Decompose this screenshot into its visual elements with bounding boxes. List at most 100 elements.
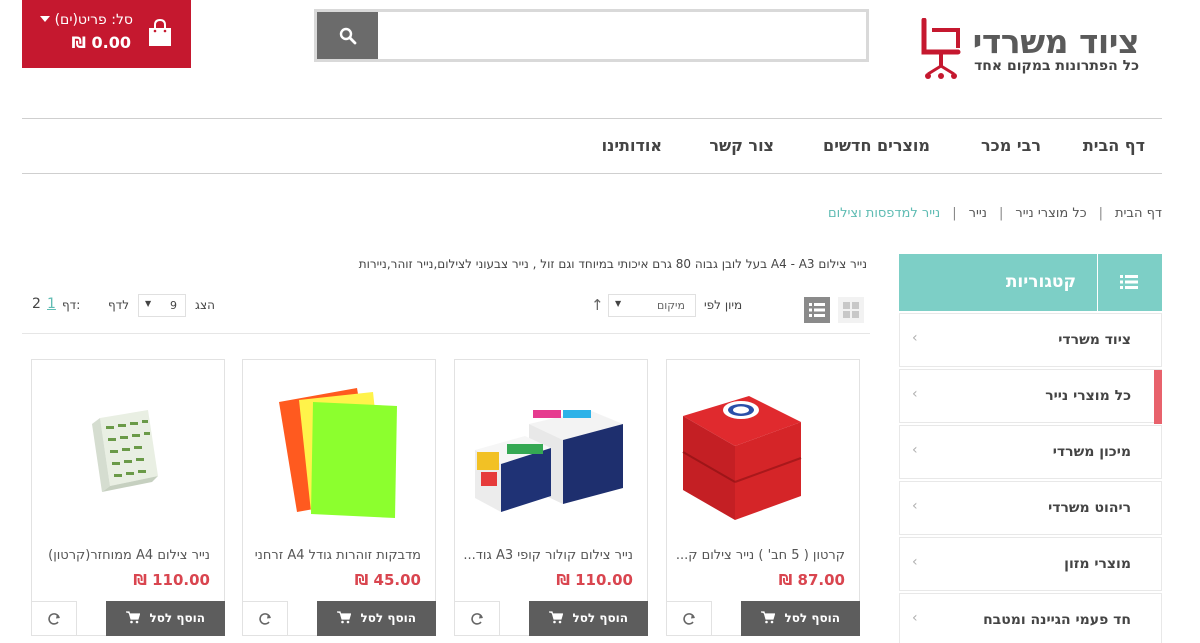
product-name[interactable]: נייר צילום קולור קופי A3 גוד... xyxy=(463,548,633,563)
refresh-icon xyxy=(259,613,271,625)
shopping-bag-icon xyxy=(149,19,171,46)
product-name[interactable]: נייר צילום A4 ממוחזר(קרטון) xyxy=(40,548,210,563)
per-page-select[interactable]: 9 ▼ xyxy=(138,294,186,317)
cart-widget[interactable]: סל: פריט(ים) 0.00 ₪ xyxy=(22,0,191,68)
chevron-down-icon: ▼ xyxy=(145,299,152,308)
product-card[interactable]: קרטון ( 5 חב' ) נייר צילום ק... 87.00 ₪ … xyxy=(666,359,860,636)
nav-home[interactable]: דף הבית xyxy=(1083,136,1145,155)
category-item[interactable]: חד פעמי הגיינה ומטבח ‹ xyxy=(899,593,1162,643)
compare-button[interactable] xyxy=(242,601,288,636)
add-to-cart-button[interactable]: הוסף לסל xyxy=(529,601,648,636)
chevron-down-icon: ▼ xyxy=(615,299,622,308)
toolbar-divider xyxy=(22,333,870,334)
search-bar xyxy=(314,9,869,62)
refresh-icon xyxy=(471,613,483,625)
site-logo[interactable]: ציוד משרדי כל הפתרונות במקום אחד xyxy=(918,18,1143,80)
search-icon xyxy=(339,27,357,45)
category-label: מיכון משרדי xyxy=(1052,444,1131,460)
list-view-icon xyxy=(809,303,825,317)
search-button[interactable] xyxy=(317,12,378,59)
page-link-2[interactable]: 2 xyxy=(32,296,41,312)
per-page-label: לדף xyxy=(108,298,130,312)
product-card[interactable]: נייר צילום קולור קופי A3 גוד... 110.00 ₪… xyxy=(454,359,648,636)
nav-about[interactable]: אודותינו xyxy=(602,136,662,155)
add-to-cart-button[interactable]: הוסף לסל xyxy=(741,601,860,636)
refresh-icon xyxy=(683,613,695,625)
search-input[interactable] xyxy=(378,12,866,59)
product-price: 110.00 ₪ xyxy=(556,571,633,589)
product-price: 45.00 ₪ xyxy=(354,571,421,589)
breadcrumb-home[interactable]: דף הבית xyxy=(1115,206,1162,221)
list-view-button[interactable] xyxy=(804,297,830,323)
sort-direction-icon[interactable]: ↑ xyxy=(591,296,604,314)
category-label: ריהוט משרדי xyxy=(1048,500,1131,516)
breadcrumb-all-paper[interactable]: כל מוצרי נייר xyxy=(1015,206,1086,221)
page-label: דף: xyxy=(62,298,81,312)
cart-icon xyxy=(549,611,563,624)
category-item[interactable]: מיכון משרדי ‹ xyxy=(899,425,1162,479)
product-image[interactable] xyxy=(44,380,212,530)
page-link-1[interactable]: 1 xyxy=(47,296,56,312)
chevron-left-icon: ‹ xyxy=(912,330,918,346)
breadcrumb-separator: | xyxy=(998,206,1004,221)
active-indicator xyxy=(1154,370,1162,424)
category-label: מוצרי מזון xyxy=(1064,556,1131,572)
add-to-cart-button[interactable]: הוסף לסל xyxy=(317,601,436,636)
categories-title: קטגוריות xyxy=(1005,272,1076,292)
cart-icon xyxy=(126,611,140,624)
product-image[interactable] xyxy=(255,380,423,530)
cart-label: סל: פריט(ים) xyxy=(54,12,133,28)
product-price: 110.00 ₪ xyxy=(133,571,210,589)
show-label: הצג xyxy=(195,298,215,312)
add-to-cart-label: הוסף לסל xyxy=(784,611,840,625)
product-card[interactable]: מדבקות זוהרות גודל A4 זרחני 45.00 ₪ הוסף… xyxy=(242,359,436,636)
category-item[interactable]: מוצרי מזון ‹ xyxy=(899,537,1162,591)
grid-icon xyxy=(843,302,859,318)
chevron-left-icon: ‹ xyxy=(912,498,918,514)
cart-total: 0.00 ₪ xyxy=(71,33,131,52)
product-name[interactable]: קרטון ( 5 חב' ) נייר צילום ק... xyxy=(675,548,845,563)
compare-button[interactable] xyxy=(454,601,500,636)
chevron-left-icon: ‹ xyxy=(912,386,918,402)
cart-icon xyxy=(337,611,351,624)
add-to-cart-label: הוסף לסל xyxy=(360,611,416,625)
nav-bottom-divider xyxy=(22,173,1162,174)
nav-top-divider xyxy=(22,118,1162,119)
chevron-left-icon: ‹ xyxy=(912,610,918,626)
add-to-cart-label: הוסף לסל xyxy=(149,611,205,625)
category-item[interactable]: ציוד משרדי ‹ xyxy=(899,313,1162,367)
add-to-cart-label: הוסף לסל xyxy=(572,611,628,625)
breadcrumb-separator: | xyxy=(1098,206,1103,221)
category-item[interactable]: כל מוצרי נייר ‹ xyxy=(899,369,1162,424)
breadcrumb-paper[interactable]: נייר xyxy=(969,206,987,221)
nav-contact[interactable]: צור קשר xyxy=(709,136,774,155)
sort-by-label: מיון לפי xyxy=(704,298,743,312)
logo-name: ציוד משרדי xyxy=(972,22,1140,61)
product-image[interactable] xyxy=(679,380,847,530)
office-chair-icon xyxy=(921,18,961,79)
breadcrumb-separator: | xyxy=(952,206,957,221)
compare-button[interactable] xyxy=(666,601,712,636)
compare-button[interactable] xyxy=(31,601,77,636)
logo-tagline: כל הפתרונות במקום אחד xyxy=(974,58,1139,74)
nav-bestsellers[interactable]: רבי מכר xyxy=(981,136,1041,155)
header-divider xyxy=(1097,254,1098,311)
chevron-left-icon: ‹ xyxy=(912,554,918,570)
product-image[interactable] xyxy=(467,380,635,530)
product-name[interactable]: מדבקות זוהרות גודל A4 זרחני xyxy=(251,548,421,563)
category-label: חד פעמי הגיינה ומטבח xyxy=(983,612,1131,628)
categories-header: קטגוריות xyxy=(899,254,1162,311)
breadcrumb-current: נייר למדפסות וצילום xyxy=(827,206,941,221)
product-card[interactable]: נייר צילום A4 ממוחזר(קרטון) 110.00 ₪ הוס… xyxy=(31,359,225,636)
chevron-down-icon[interactable] xyxy=(40,16,50,22)
category-description: נייר צילום A4 - A3 בעל לובן גבוה 80 גרם … xyxy=(358,257,867,271)
grid-view-button[interactable] xyxy=(838,297,864,323)
add-to-cart-button[interactable]: הוסף לסל xyxy=(106,601,225,636)
cart-icon xyxy=(761,611,775,624)
list-icon[interactable] xyxy=(1120,274,1138,290)
category-item[interactable]: ריהוט משרדי ‹ xyxy=(899,481,1162,535)
sort-select[interactable]: מיקום ▼ xyxy=(608,294,696,317)
nav-new-products[interactable]: מוצרים חדשים xyxy=(823,136,930,155)
category-label: ציוד משרדי xyxy=(1058,332,1131,348)
per-page-value: 9 xyxy=(170,299,177,312)
